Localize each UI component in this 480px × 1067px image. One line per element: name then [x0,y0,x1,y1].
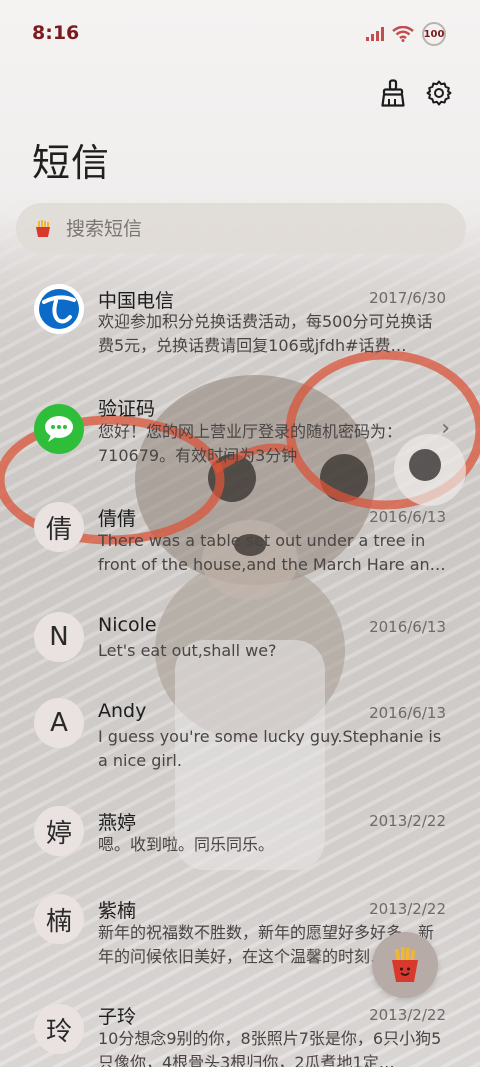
conversation-row[interactable]: A Andy 2016/6/13 I guess you're some luc… [0,688,480,788]
conversation-preview: 10分想念9别的你，8张照片7张是你，6只小狗5只像你，4根骨头3根归你，2瓜煮… [98,1029,442,1067]
status-time: 8:16 [32,22,80,44]
battery-indicator: 100 [422,22,446,46]
conversation-date: 2016/6/13 [369,618,446,636]
status-bar: 8:16 100 [0,0,480,68]
top-actions [378,78,454,108]
fries-icon [392,947,418,982]
conversation-date: 2013/2/22 [369,812,446,830]
conversation-avatar: A [34,698,84,748]
conversation-avatar: N [34,612,84,662]
clean-button[interactable] [378,78,408,108]
battery-level: 100 [423,28,445,40]
conversation-name: 中国电信 [98,290,175,312]
conversation-date: 2013/2/22 [369,900,446,918]
conversation-row[interactable]: N Nicole 2016/6/13 Let's eat out,shall w… [0,602,480,682]
search-bar[interactable] [16,203,466,254]
conversation-date: 2016/6/13 [369,508,446,526]
chevron-right-icon: › [441,416,450,441]
message-icon [45,416,73,442]
conversation-name: 子玲 [98,1006,137,1028]
conversation-avatar: 婷 [34,806,84,856]
conversation-avatar: 楠 [34,894,84,944]
conversation-avatar [34,404,84,454]
conversation-name: 燕婷 [98,812,137,834]
conversation-name: 倩倩 [98,508,137,530]
fries-icon [36,219,50,237]
conversation-preview: Let's eat out,shall we? [98,641,277,660]
conversation-preview: 欢迎参加积分兑换话费活动，每500分可兑换话费5元，兑换话费请回复106或jfd… [98,312,433,355]
new-message-button[interactable] [372,932,438,998]
conversation-row[interactable]: 玲 子玲 2013/2/22 10分想念9别的你，8张照片7张是你，6只小狗5只… [0,994,480,1067]
conversation-date: 2017/6/30 [369,289,446,307]
conversation-name: Nicole [98,614,157,636]
conversation-name: Andy [98,700,147,722]
conversation-avatar [34,284,84,334]
conversation-row[interactable]: 倩 倩倩 2016/6/13 There was a table set out… [0,492,480,594]
conversation-date: 2016/6/13 [369,704,446,722]
page-title: 短信 [32,141,111,185]
conversation-row[interactable]: 婷 燕婷 2013/2/22 嗯。收到啦。同乐同乐。 [0,796,480,876]
conversation-preview: There was a table set out under a tree i… [98,531,446,574]
messages-screen: 8:16 100 短信 搜索短信 中国电信 2017/6/30 欢迎参加积分兑换… [0,0,480,1067]
conversation-row[interactable]: 验证码 您好！您的网上营业厅登录的随机密码为：710679。有效时间为3分钟 › [0,382,480,484]
gear-icon [426,80,452,106]
search-input[interactable] [64,216,428,241]
wifi-icon [392,26,414,42]
settings-button[interactable] [424,78,454,108]
china-telecom-logo-icon [35,285,83,333]
conversation-date: 2013/2/22 [369,1006,446,1024]
signal-icon [366,27,384,41]
conversation-avatar: 倩 [34,502,84,552]
conversation-name: 验证码 [98,398,156,420]
conversation-name: 紫楠 [98,900,137,922]
conversation-preview: I guess you're some lucky guy.Stephanie … [98,727,442,770]
conversation-preview: 您好！您的网上营业厅登录的随机密码为：710679。有效时间为3分钟 [98,422,403,465]
conversation-preview: 嗯。收到啦。同乐同乐。 [98,835,275,854]
conversation-row[interactable]: 中国电信 2017/6/30 欢迎参加积分兑换话费活动，每500分可兑换话费5元… [0,270,480,372]
status-icons: 100 [366,22,446,46]
conversation-avatar: 玲 [34,1004,84,1054]
broom-icon [381,79,405,107]
